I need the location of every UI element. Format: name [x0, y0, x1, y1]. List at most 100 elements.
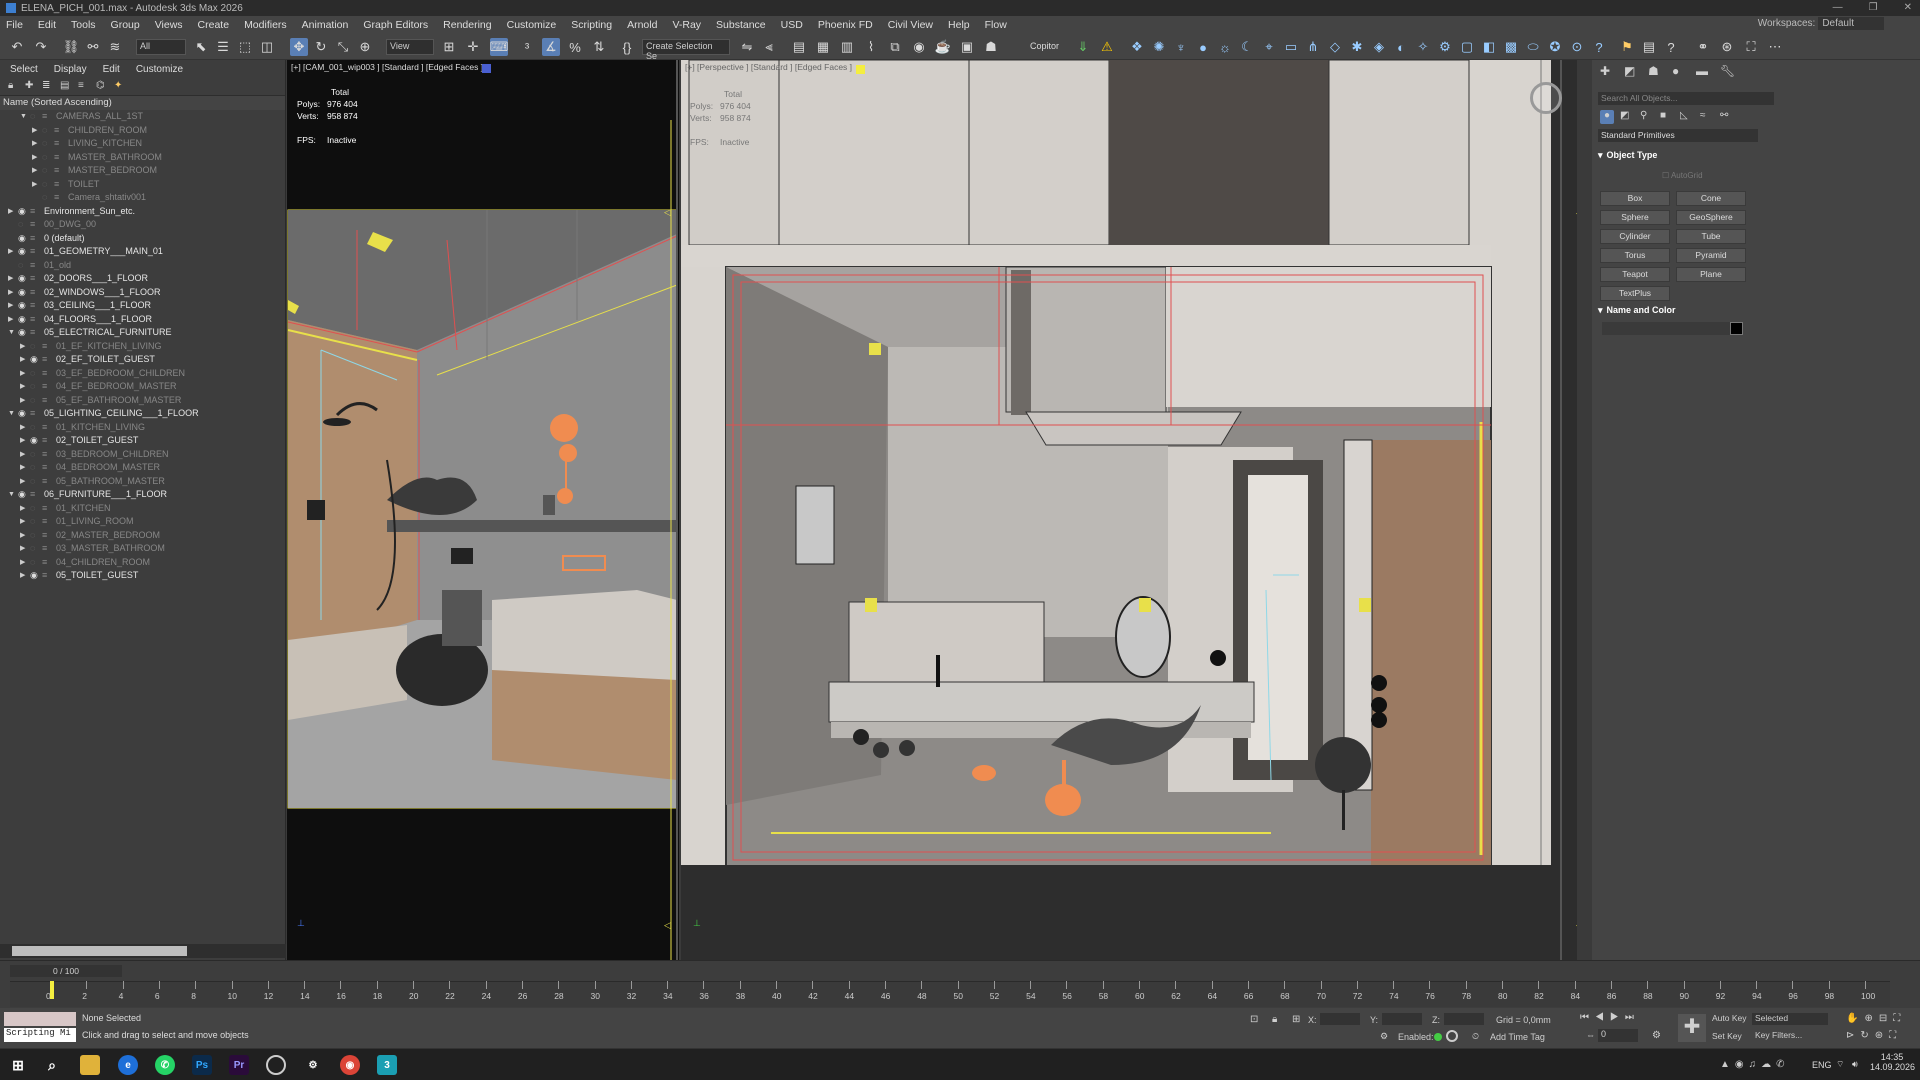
z-coordinate-field[interactable] — [1444, 1013, 1484, 1025]
schematic-view-icon[interactable]: ⧉ — [886, 38, 904, 56]
expand-arrow-icon[interactable]: ▶ — [20, 502, 25, 516]
tree-row[interactable]: ▶ ◌ ≡ 05_EF_BATHROOM_MASTER — [0, 394, 285, 408]
create-teapot-button[interactable]: Teapot — [1600, 267, 1670, 282]
tree-row[interactable]: ▼ ◌ ≡ CAMERAS_ALL_1ST — [0, 110, 285, 124]
visibility-eye-icon[interactable]: ◌ — [30, 461, 35, 475]
expand-arrow-icon[interactable]: ▶ — [8, 245, 13, 259]
create-tube-button[interactable]: Tube — [1676, 229, 1746, 244]
copitor-down-icon[interactable]: ⇓ — [1074, 38, 1092, 56]
spinner-snap-icon[interactable]: ⇅ — [590, 38, 608, 56]
expand-arrow-icon[interactable]: ▶ — [20, 367, 25, 381]
reference-coordinate-dropdown[interactable]: View — [386, 39, 434, 55]
network-icon[interactable]: ⌔ — [1836, 1059, 1844, 1070]
collapse-arrow-icon[interactable]: ▼ — [8, 407, 15, 421]
visibility-eye-icon[interactable]: ◌ — [42, 137, 47, 151]
selection-lock-icon[interactable]: 🔒︎ — [1272, 1014, 1277, 1025]
tree-row[interactable]: ▶ ◌ ≡ 04_EF_BEDROOM_MASTER — [0, 380, 285, 394]
tree-row[interactable]: ◌ ≡ 01_old — [0, 259, 285, 273]
tree-row[interactable]: ▶ ◌ ≡ MASTER_BEDROOM — [0, 164, 285, 178]
expand-arrow-icon[interactable]: ▶ — [8, 205, 13, 219]
key-filters-button[interactable]: Key Filters... — [1752, 1030, 1828, 1042]
visibility-eye-icon[interactable]: ◉ — [18, 407, 26, 421]
scene-explorer-column-header[interactable]: Name (Sorted Ascending) — [0, 96, 285, 110]
minimize-icon[interactable]: — — [1833, 2, 1843, 13]
autogrid-checkbox[interactable]: ☐ AutoGrid — [1662, 171, 1703, 180]
bind-space-warp-icon[interactable]: ≋ — [106, 38, 124, 56]
modify-tab-icon[interactable]: ◩ — [1624, 64, 1635, 78]
menu-item-v-ray[interactable]: V-Ray — [672, 19, 701, 31]
menu-item-help[interactable]: Help — [948, 19, 970, 31]
perspective-viewport-label[interactable]: [+] [Perspective ] [Standard ] [Edged Fa… — [685, 62, 852, 72]
visibility-eye-icon[interactable]: ◌ — [18, 218, 23, 232]
tree-row[interactable]: ▶ ◉ ≡ 03_CEILING___1_FLOOR — [0, 299, 285, 313]
display-tab-icon[interactable]: ▬ — [1696, 64, 1708, 78]
create-sphere-button[interactable]: Sphere — [1600, 210, 1670, 225]
viewport-navigation-controls-2[interactable]: ⊳↻⊛⛶ — [1846, 1030, 1902, 1041]
expand-arrow-icon[interactable]: ▶ — [32, 178, 37, 192]
warning-icon[interactable]: ⚠ — [1098, 38, 1116, 56]
clock[interactable]: 14:35 14.09.2026 — [1870, 1052, 1915, 1072]
select-and-move-icon[interactable]: ✥ — [290, 38, 308, 56]
visibility-eye-icon[interactable]: ◌ — [42, 178, 47, 192]
tree-row[interactable]: ▶ ◌ ≡ 03_MASTER_BATHROOM — [0, 542, 285, 556]
vray-proxy-icon[interactable]: ▭ — [1282, 38, 1300, 56]
walkthrough-icon[interactable]: ⚭ — [1694, 38, 1712, 56]
key-mode-icon[interactable]: ⇔ — [1586, 1030, 1595, 1040]
edit-named-selection-icon[interactable]: {} — [618, 38, 636, 56]
menu-item-phoenix-fd[interactable]: Phoenix FD — [818, 19, 873, 31]
scene-tab-display[interactable]: Display — [54, 64, 87, 75]
vray-sun-icon[interactable]: ☼ — [1216, 38, 1234, 56]
vray-bitmap-icon[interactable]: ▢ — [1458, 38, 1476, 56]
vray-light-mix-icon[interactable]: ◐ — [1392, 38, 1410, 56]
current-frame-field[interactable]: 0 — [1598, 1029, 1638, 1042]
scene-tab-select[interactable]: Select — [10, 64, 38, 75]
create-cylinder-button[interactable]: Cylinder — [1600, 229, 1670, 244]
time-tag-toggle[interactable] — [1446, 1030, 1458, 1042]
tree-row[interactable]: ▼ ◉ ≡ 05_ELECTRICAL_FURNITURE — [0, 326, 285, 340]
expand-arrow-icon[interactable]: ▶ — [20, 380, 25, 394]
menu-item-scripting[interactable]: Scripting — [571, 19, 612, 31]
layer-manager-icon[interactable]: ▤ — [1640, 38, 1658, 56]
expand-arrow-icon[interactable]: ▶ — [20, 353, 25, 367]
toggle-scene-explorer-icon[interactable]: ▤ — [790, 38, 808, 56]
menu-item-rendering[interactable]: Rendering — [443, 19, 491, 31]
select-by-name-icon[interactable]: ☰ — [214, 38, 232, 56]
create-box-button[interactable]: Box — [1600, 191, 1670, 206]
tree-row[interactable]: ▶ ◉ ≡ 05_TOILET_GUEST — [0, 569, 285, 583]
visibility-eye-icon[interactable]: ◉ — [18, 286, 26, 300]
maxscript-listener-pink[interactable] — [4, 1012, 76, 1026]
tree-row[interactable]: ▶ ◉ ≡ 01_GEOMETRY___MAIN_01 — [0, 245, 285, 259]
tree-row[interactable]: ▼ ◉ ≡ 05_LIGHTING_CEILING___1_FLOOR — [0, 407, 285, 421]
visibility-eye-icon[interactable]: ◌ — [30, 515, 35, 529]
visibility-eye-icon[interactable]: ◉ — [18, 299, 26, 313]
whatsapp-icon[interactable]: ✆ — [155, 1055, 175, 1075]
visibility-eye-icon[interactable]: ◉ — [18, 232, 26, 246]
tree-row[interactable]: ▶ ◌ ≡ 04_CHILDREN_ROOM — [0, 556, 285, 570]
tree-row[interactable]: ▼ ◉ ≡ 06_FURNITURE___1_FLOOR — [0, 488, 285, 502]
tree-row[interactable]: ▶ ◌ ≡ CHILDREN_ROOM — [0, 124, 285, 138]
space-warps-icon[interactable]: ≈ — [1700, 110, 1706, 121]
mirror-icon[interactable]: ⇋ — [738, 38, 756, 56]
expand-arrow-icon[interactable]: ▶ — [32, 164, 37, 178]
visibility-eye-icon[interactable]: ◌ — [30, 475, 35, 489]
visibility-eye-icon[interactable]: ◌ — [42, 164, 47, 178]
search-icon[interactable]: ⌕ — [42, 1055, 62, 1075]
align-icon[interactable]: ⫷ — [760, 38, 778, 56]
menu-item-civil-view[interactable]: Civil View — [888, 19, 933, 31]
select-and-scale-icon[interactable]: ⤡ — [334, 38, 352, 56]
select-and-rotate-icon[interactable]: ↻ — [312, 38, 330, 56]
vray-vfb-icon[interactable]: ✱ — [1348, 38, 1366, 56]
create-plane-button[interactable]: Plane — [1676, 267, 1746, 282]
filter-icon[interactable]: ⌬ — [96, 80, 105, 91]
app-circle-icon[interactable] — [266, 1055, 286, 1075]
vray-scatter-icon[interactable]: ⊙ — [1568, 38, 1586, 56]
collapse-arrow-icon[interactable]: ▼ — [8, 488, 15, 502]
redo-icon[interactable]: ↷ — [32, 38, 50, 56]
time-configuration-icon[interactable]: ⚙ — [1652, 1030, 1661, 1041]
hierarchy-tab-icon[interactable]: ☗ — [1648, 64, 1659, 78]
highlight-icon[interactable]: ✦ — [114, 80, 122, 91]
visibility-eye-icon[interactable]: ◌ — [42, 191, 47, 205]
add-time-tag-label[interactable]: Add Time Tag — [1490, 1032, 1545, 1042]
visibility-eye-icon[interactable]: ◉ — [18, 205, 26, 219]
time-tag-icon[interactable]: ⏲ — [1472, 1031, 1479, 1042]
